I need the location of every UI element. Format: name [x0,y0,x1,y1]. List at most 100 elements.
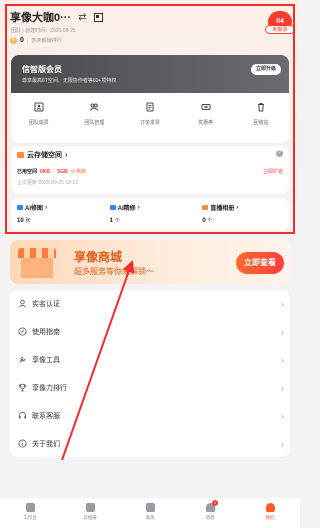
chevron-right-icon: › [281,438,284,449]
menu-item-tools[interactable]: 享像工具 › [10,346,290,373]
stat-live-album[interactable]: 直播相册 › 0 个 [196,198,289,230]
vip-shortcuts: 团队成员 团队管理 订单发票 优惠券 回收站 [11,97,289,141]
profile-header: 享像大咖0··· ⇄ 团队 | 创建时间：2025-09-25 ¥ 0 | 暂未… [0,0,300,60]
tab-discover[interactable]: 发现 [120,498,180,528]
tab-workbench[interactable]: 工作台 [0,498,60,528]
vip-banner[interactable]: 信智版会员 尊享最高6T空间、无限协作者等60+项特权 立即升级 [11,55,289,93]
menu-item-label: 关于我们 [32,440,60,448]
user-icon [265,503,275,512]
last-updated: 上次更新 2025-09-25 18:13 [17,180,78,186]
live-album-icon [202,205,209,210]
view-now-button[interactable]: 立即查看 [236,252,284,274]
chevron-right-icon: › [236,204,239,211]
chevron-right-icon: › [45,204,48,211]
stat-value: 10 [17,218,24,224]
chevron-right-icon: › [281,298,284,309]
tab-messages[interactable]: 1 消息 [180,498,240,528]
shortcut-team-members[interactable]: 团队成员 [11,97,67,141]
mall-banner[interactable]: 享像商城 超多服务等你来解锁～ 立即查看 [10,240,290,284]
shortcut-label: 团队成员 [28,120,49,126]
stat-unit: 张 [25,218,31,224]
ranking-status[interactable]: 暂未解锁排行 [31,37,61,44]
headset-icon [18,411,27,419]
chevron-right-icon: › [281,382,284,393]
refresh-button[interactable]: ⟳ 刷新 [71,168,87,175]
workbench-icon [25,503,35,512]
divider: | [26,37,29,44]
team-members-icon [34,102,44,112]
shortcut-label: 订单发票 [139,120,160,126]
chevron-right-icon: › [281,354,284,365]
folder-icon [145,503,155,512]
person-icon [19,299,26,308]
menu-item-label: 享像力排行 [32,384,67,392]
stat-title: AI修图 [25,206,44,212]
shortcut-label: 团队管理 [84,120,105,126]
swap-icon[interactable]: ⇄ [78,12,86,23]
stat-value: 1 [109,218,114,224]
mall-title: 享像商城 [74,250,123,264]
shortcut-label: 优惠券 [198,120,214,126]
divider: / [53,168,55,175]
bottom-tab-bar: 工作台 云相册 发现 1 消息 我的 [0,498,300,528]
team-meta: 团队 | 创建时间：2025-09-25 [11,28,76,34]
shortcut-orders[interactable]: 订单发票 [122,97,178,141]
used-space-label: 已用空间 [17,169,38,175]
shortcut-label: 回收站 [253,120,269,126]
menu-item-support[interactable]: 联系客服 › [10,402,290,429]
shop-icon [18,248,56,278]
stat-title: 直播相册 [210,206,235,212]
chevron-right-icon: › [281,410,284,421]
qr-code-icon[interactable] [93,12,103,22]
upgrade-button[interactable]: 立即升级 [250,64,281,75]
tab-label: 我的 [265,515,275,520]
menu-item-about[interactable]: 关于我们 › [10,430,290,457]
usage-stats: AI修图 › 10 张 AI精修 › 1 个 直播相册 › 0 个 [11,198,289,230]
tab-cloud-album[interactable]: 云相册 [60,498,120,528]
vip-title: 信智版会员 [22,65,62,74]
compass-icon [18,327,27,336]
mall-subtitle: 超多服务等你来解锁～ [74,267,154,276]
cloud-storage-title: 云存储空间 [27,152,62,159]
coupon-icon [201,104,211,110]
folder-icon [17,152,24,158]
tab-label: 发现 [145,515,155,520]
menu-item-guide[interactable]: 使用指南 › [10,318,290,345]
ai-retouch-icon [17,205,23,210]
stat-ai-refine[interactable]: AI精修 › 1 个 [104,198,197,230]
tool-icon [19,356,26,363]
coin-icon: ¥ [10,37,17,44]
chevron-right-icon: › [65,151,68,159]
storage-usage: 已用空间 0KB / 5GB ⟳ 刷新 [17,168,87,176]
trash-icon [258,103,265,112]
stat-unit: 个 [207,218,213,224]
menu-item-label: 联系客服 [32,412,60,420]
tab-label: 云相册 [83,515,97,520]
stat-value: 0 [202,218,206,224]
settings-menu: 实名认证 › 使用指南 › 享像工具 › 享像力排行 › 联系客服 › 关于我们… [10,290,290,457]
stat-title: AI精修 [117,206,136,212]
trophy-icon [18,383,27,392]
points-value: 0 [20,37,24,44]
menu-item-label: 享像工具 [32,356,60,364]
menu-item-label: 实名认证 [32,300,60,308]
help-icon[interactable]: ? [276,150,283,157]
tab-mine[interactable]: 我的 [240,498,300,528]
cloud-storage-card[interactable]: 云存储空间 › ? 已用空间 0KB / 5GB ⟳ 刷新 立即扩容 上次更新 … [11,146,289,194]
team-name[interactable]: 享像大咖0··· [10,9,71,25]
menu-item-ranking[interactable]: 享像力排行 › [10,374,290,401]
stat-unit: 个 [114,218,120,224]
used-space-value: 0KB [40,168,51,175]
shortcut-recycle-bin[interactable]: 回收站 [233,97,289,141]
menu-item-verification[interactable]: 实名认证 › [10,290,290,317]
vip-subtitle: 尊享最高6T空间、无限协作者等60+项特权 [22,78,117,84]
invoice-icon [146,102,154,112]
shortcut-team-manage[interactable]: 团队管理 [67,97,123,141]
stat-ai-retouch[interactable]: AI修图 › 10 张 [11,198,104,230]
shortcut-coupons[interactable]: 优惠券 [178,97,234,141]
tab-label: 消息 [205,515,215,520]
days-remaining-label[interactable]: 到期录 [265,25,295,34]
info-icon [18,439,27,448]
expand-storage-button[interactable]: 立即扩容 [263,168,283,175]
tab-label: 工作台 [23,515,37,520]
